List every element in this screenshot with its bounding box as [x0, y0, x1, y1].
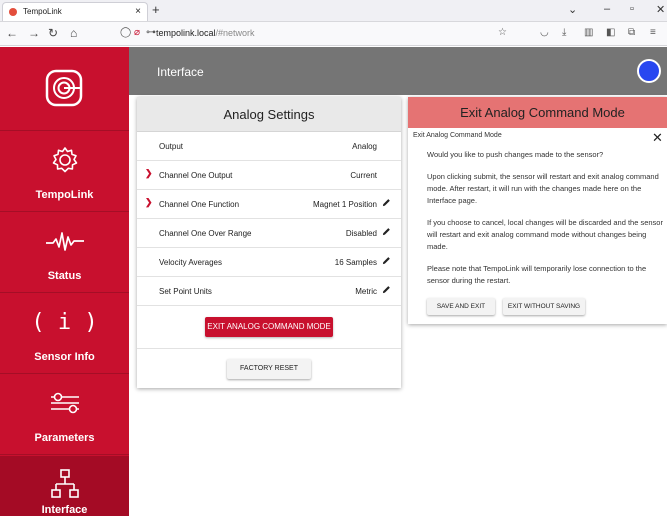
setting-value: Current — [350, 171, 377, 180]
sidebar-item-label: Parameters — [34, 432, 95, 444]
save-and-exit-button[interactable]: SAVE AND EXIT — [427, 298, 495, 315]
sidebar-item-tempolink[interactable]: TempoLink — [0, 132, 129, 212]
dialog-subtitle: Exit Analog Command Mode — [413, 132, 502, 139]
downloads-icon[interactable]: ⤓ — [562, 27, 566, 38]
setting-row-channel-one-function[interactable]: ❯ Channel One Function Magnet 1 Position — [137, 190, 401, 219]
page-title: Interface — [157, 65, 204, 79]
browser-tab[interactable]: TempoLink × — [2, 2, 148, 21]
shield-icon[interactable]: ◯ — [120, 27, 131, 38]
favicon-icon — [9, 8, 17, 16]
browser-tabbar: TempoLink × + ⌄ – ▫ ✕ — [0, 0, 667, 22]
window-close-icon[interactable]: ✕ — [656, 3, 665, 16]
setting-value: Disabled — [345, 229, 377, 238]
network-icon — [0, 466, 129, 502]
tab-close-icon[interactable]: × — [135, 6, 141, 17]
setting-row-output: Output Analog — [137, 132, 401, 161]
sliders-icon — [0, 385, 129, 421]
exit-analog-dialog: Exit Analog Command Mode Exit Analog Com… — [408, 97, 667, 324]
sidebar-item-parameters[interactable]: Parameters — [0, 375, 129, 455]
dialog-text: Please note that TempoLink will temporar… — [427, 264, 647, 285]
setting-name: Output — [159, 142, 184, 151]
gear-icon — [0, 142, 129, 178]
exit-analog-command-mode-button[interactable]: EXIT ANALOG COMMAND MODE — [205, 317, 333, 337]
sidebar-item-interface[interactable]: Interface — [0, 456, 129, 516]
setting-value: 16 Samples — [334, 258, 377, 267]
sidebar-item-label: Sensor Info — [34, 351, 95, 363]
maximize-icon[interactable]: ▫ — [630, 3, 634, 15]
pocket-icon[interactable]: ◡ — [540, 27, 549, 38]
reload-icon[interactable]: ↻ — [48, 26, 58, 40]
back-icon[interactable]: ← — [6, 26, 18, 40]
library-icon[interactable]: ▥ — [584, 27, 593, 38]
dialog-text: Would you like to push changes made to t… — [427, 150, 604, 159]
url-text[interactable]: tempolink.local/#network — [156, 28, 255, 38]
url-bar[interactable]: ◯ ⌀ ⊶ tempolink.local/#network — [116, 25, 516, 43]
analog-settings-title: Analog Settings — [137, 97, 401, 132]
tab-title: TempoLink — [23, 7, 62, 16]
chevron-down-icon[interactable]: ❯ — [145, 168, 153, 179]
tab-list-chevron-icon[interactable]: ⌄ — [568, 3, 577, 16]
permissions-icon[interactable]: ⊶ — [146, 27, 156, 38]
edit-pencil-icon[interactable] — [382, 227, 391, 238]
chevron-down-icon[interactable]: ❯ — [145, 197, 153, 208]
page-header: Interface — [129, 47, 667, 95]
sidebar-toggle-icon[interactable]: ◧ — [606, 27, 615, 38]
setting-name: Set Point Units — [159, 287, 212, 296]
menu-icon[interactable]: ≡ — [650, 27, 656, 38]
info-icon: ( i ) — [31, 309, 98, 335]
setting-row-channel-one-over-range: Channel One Over Range Disabled — [137, 219, 401, 248]
sidebar-item-label: TempoLink — [35, 189, 94, 201]
setting-name: Channel One Function — [159, 200, 240, 209]
setting-name: Channel One Output — [159, 171, 233, 180]
setting-row-channel-one-output[interactable]: ❯ Channel One Output Current — [137, 161, 401, 190]
sidebar-item-status[interactable]: Status — [0, 213, 129, 293]
new-tab-icon[interactable]: + — [152, 2, 160, 17]
dialog-text: Upon clicking submit, the sensor will re… — [427, 172, 659, 205]
edit-pencil-icon[interactable] — [382, 285, 391, 296]
pulse-icon — [0, 223, 129, 259]
exit-without-saving-button[interactable]: EXIT WITHOUT SAVING — [503, 298, 585, 315]
setting-row-velocity-averages: Velocity Averages 16 Samples — [137, 248, 401, 277]
setting-value: Metric — [355, 287, 377, 296]
browser-navbar: ← → ↻ ⌂ ◯ ⌀ ⊶ tempolink.local/#network ☆… — [0, 22, 667, 46]
setting-value: Magnet 1 Position — [312, 200, 377, 209]
tempolink-logo-icon — [45, 69, 83, 107]
analog-settings-card: Analog Settings Output Analog ❯ Channel … — [137, 97, 401, 388]
divider — [137, 348, 401, 349]
bookmark-star-icon[interactable]: ☆ — [498, 27, 507, 38]
avatar[interactable] — [637, 59, 661, 83]
setting-value: Analog — [352, 142, 377, 151]
dialog-text: If you choose to cancel, local changes w… — [427, 218, 663, 251]
edit-pencil-icon[interactable] — [382, 198, 391, 209]
sidebar-item-sensor-info[interactable]: ( i ) Sensor Info — [0, 294, 129, 374]
extensions-icon[interactable]: ⧉ — [628, 27, 635, 38]
setting-name: Channel One Over Range — [159, 229, 252, 238]
close-icon[interactable]: ✕ — [652, 130, 663, 146]
minimize-icon[interactable]: – — [604, 3, 610, 15]
edit-pencil-icon[interactable] — [382, 256, 391, 267]
sidebar-item-label: Interface — [41, 504, 88, 516]
sidebar: TempoLink Status ( i ) Sensor Info Param… — [0, 47, 129, 516]
dialog-title: Exit Analog Command Mode — [408, 97, 667, 128]
factory-reset-button[interactable]: FACTORY RESET — [227, 359, 311, 379]
sidebar-item-label: Status — [47, 270, 82, 282]
forward-icon[interactable]: → — [28, 26, 40, 40]
setting-name: Velocity Averages — [159, 258, 223, 267]
setting-row-set-point-units: Set Point Units Metric — [137, 277, 401, 306]
insecure-lock-icon[interactable]: ⌀ — [134, 27, 140, 38]
logo[interactable] — [0, 47, 129, 131]
home-icon[interactable]: ⌂ — [70, 26, 77, 40]
